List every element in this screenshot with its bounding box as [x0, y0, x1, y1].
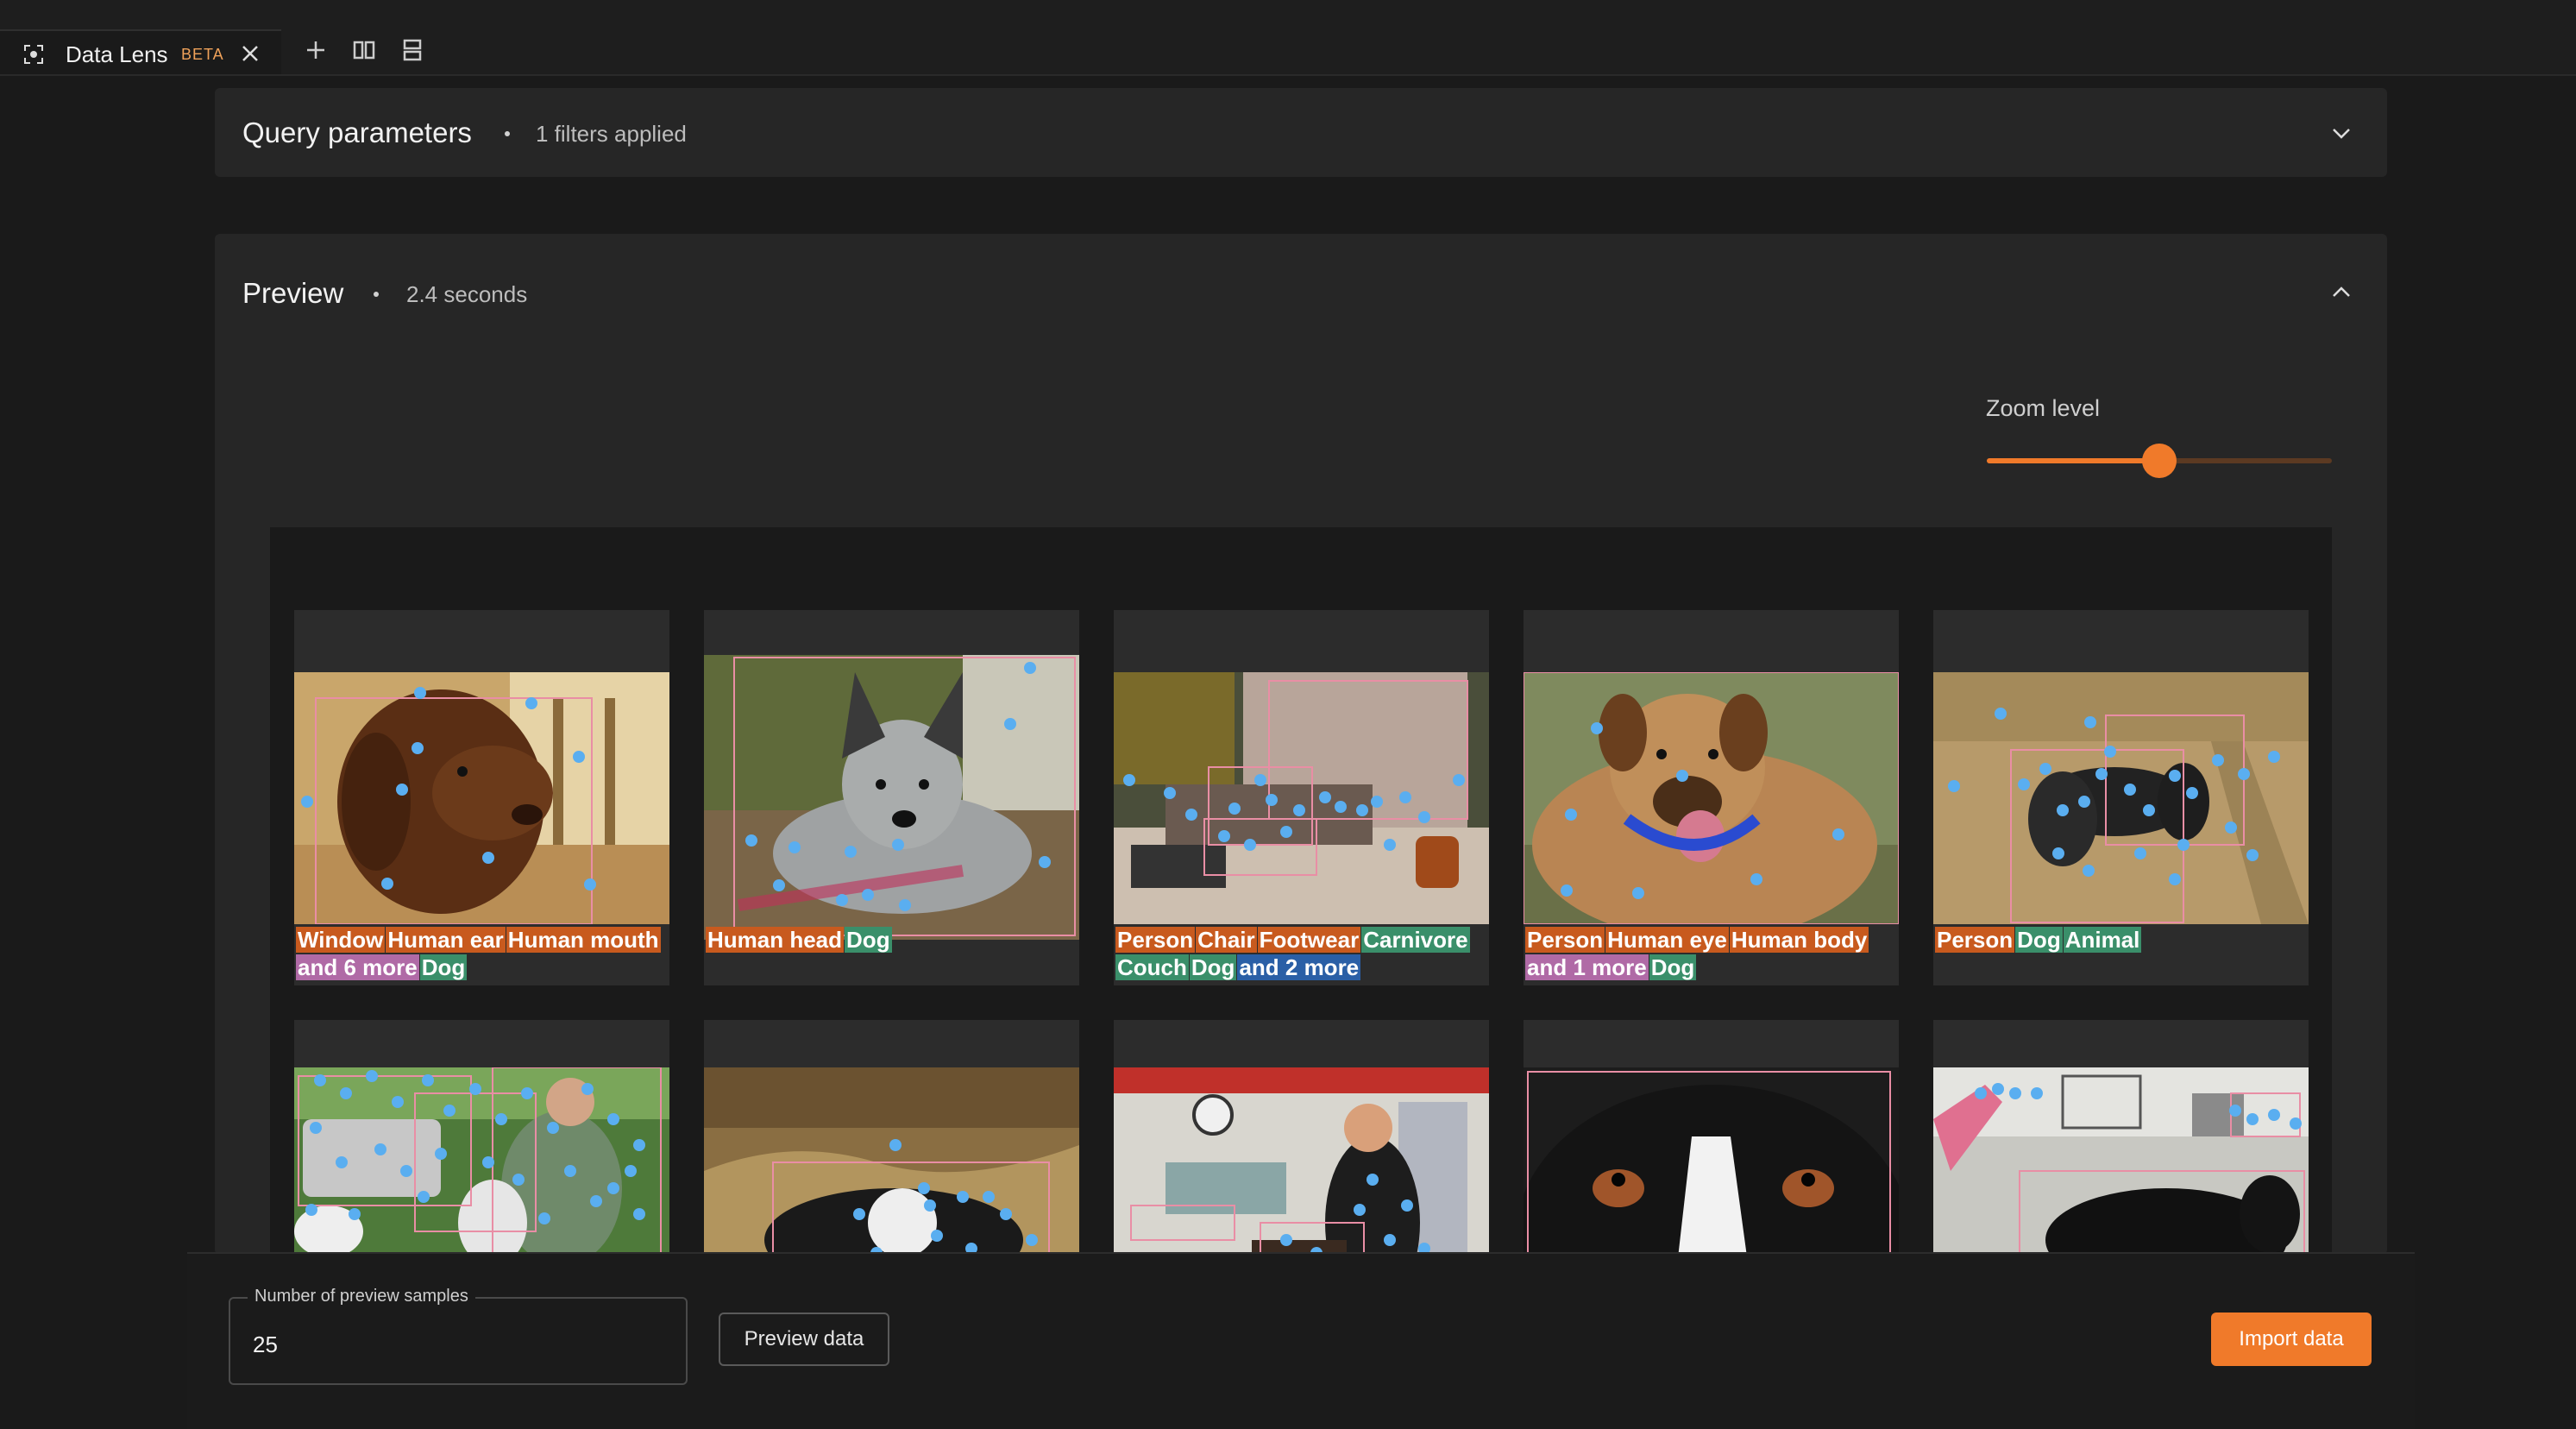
tag-label: Couch: [1115, 954, 1189, 980]
tag-label: Dog: [845, 927, 892, 953]
split-vertical-icon[interactable]: [352, 38, 376, 62]
zoom-label: Zoom level: [1986, 395, 2101, 421]
tab-data-lens[interactable]: Data Lens BETA: [0, 29, 281, 74]
panel-title: Query parameters: [242, 116, 472, 148]
sample-image: [704, 1067, 1079, 1252]
preview-samples-value[interactable]: 25: [253, 1331, 278, 1358]
sample-card[interactable]: [1114, 1020, 1489, 1252]
bottom-action-bar: Number of preview samples 25 Preview dat…: [187, 1252, 2415, 1429]
tag-label: Dog: [2015, 927, 2063, 953]
filters-count: 1 filters applied: [536, 121, 687, 147]
tag-label: Dog: [1189, 954, 1237, 980]
tag-label: Human ear: [386, 927, 506, 953]
tag-list: Person Dog Animal: [1935, 926, 2306, 954]
tag-label: Person: [1115, 927, 1196, 953]
close-icon[interactable]: [240, 43, 261, 64]
separator-dot: [505, 131, 510, 136]
tag-label: Footwear: [1257, 927, 1361, 953]
tag-label: Animal: [2063, 927, 2142, 953]
sample-image: [1933, 672, 2309, 924]
sample-image: [1524, 672, 1899, 924]
tag-label: Window: [296, 927, 386, 953]
sample-card[interactable]: Human head Dog: [704, 610, 1079, 985]
tag-label: Carnivore: [1361, 927, 1470, 953]
tag-label: Dog: [1649, 954, 1697, 980]
tag-label: Person: [1525, 927, 1605, 953]
tag-label: Human eye: [1605, 927, 1729, 953]
zoom-slider-fill: [1987, 458, 2159, 463]
query-parameters-panel[interactable]: Query parameters 1 filters applied: [215, 88, 2387, 177]
preview-samples-field[interactable]: Number of preview samples 25: [229, 1287, 688, 1385]
tab-bar: Data Lens BETA: [0, 0, 2576, 76]
tag-label: Chair: [1196, 927, 1257, 953]
sample-card[interactable]: Person Chair Footwear Carnivore Couch Dog and …: [1114, 610, 1489, 985]
chevron-up-icon[interactable]: [2330, 281, 2353, 304]
tab-title: Data Lens: [66, 41, 168, 67]
tag-label: Person: [1935, 927, 2015, 953]
preview-samples-label: Number of preview samples: [248, 1287, 475, 1306]
sample-image: [294, 1067, 669, 1252]
more-tags-badge[interactable]: and 1 more: [1525, 954, 1649, 980]
tag-label: Human mouth: [506, 927, 661, 953]
plus-icon[interactable]: [304, 38, 328, 62]
sample-image: [704, 655, 1079, 940]
sample-image: [1524, 1067, 1899, 1252]
sample-card[interactable]: [704, 1020, 1079, 1252]
sample-image: [1933, 1067, 2309, 1252]
separator-dot: [374, 292, 379, 297]
preview-data-button[interactable]: Preview data: [719, 1313, 889, 1366]
import-data-button[interactable]: Import data: [2211, 1313, 2372, 1366]
split-horizontal-icon[interactable]: [400, 38, 424, 62]
sample-grid: Window Human ear Human mouthand 6 more Dog: [270, 527, 2332, 1252]
sample-image: [294, 672, 669, 924]
tag-list: Person Human eye Human body and 1 more Dog: [1525, 926, 1896, 981]
sample-card[interactable]: [1524, 1020, 1899, 1252]
focus-icon: [24, 45, 43, 64]
zoom-slider-thumb[interactable]: [2142, 444, 2177, 478]
sample-card[interactable]: Window Human ear Human mouth and 6 more Dog: [294, 610, 669, 985]
more-tags-badge[interactable]: and 2 more: [1237, 954, 1361, 980]
tag-list: Window Human ear Human mouth and 6 more Dog: [296, 926, 667, 981]
preview-duration: 2.4 seconds: [406, 281, 528, 307]
sample-card[interactable]: [294, 1020, 669, 1252]
tag-list: Person Chair Footwear Carnivore Couch Dog and …: [1115, 926, 1486, 981]
sample-card[interactable]: Person Dog Animal: [1933, 610, 2309, 985]
tag-list: Human head Dog: [706, 926, 1077, 954]
tag-label: Dog: [419, 954, 468, 980]
zoom-slider[interactable]: [1987, 444, 2332, 478]
sample-card[interactable]: [1933, 1020, 2309, 1252]
sample-image: [1114, 672, 1489, 924]
beta-badge: BETA: [181, 46, 224, 63]
chevron-down-icon[interactable]: [2330, 122, 2353, 144]
tag-label: Human body: [1729, 927, 1869, 953]
panel-title: Preview: [242, 277, 344, 309]
more-tags-badge[interactable]: and 6 more: [296, 954, 419, 980]
sample-image: [1114, 1067, 1489, 1252]
tag-label: Human head: [706, 927, 845, 953]
sample-card[interactable]: Person Human eye Human body and 1 more Dog: [1524, 610, 1899, 985]
